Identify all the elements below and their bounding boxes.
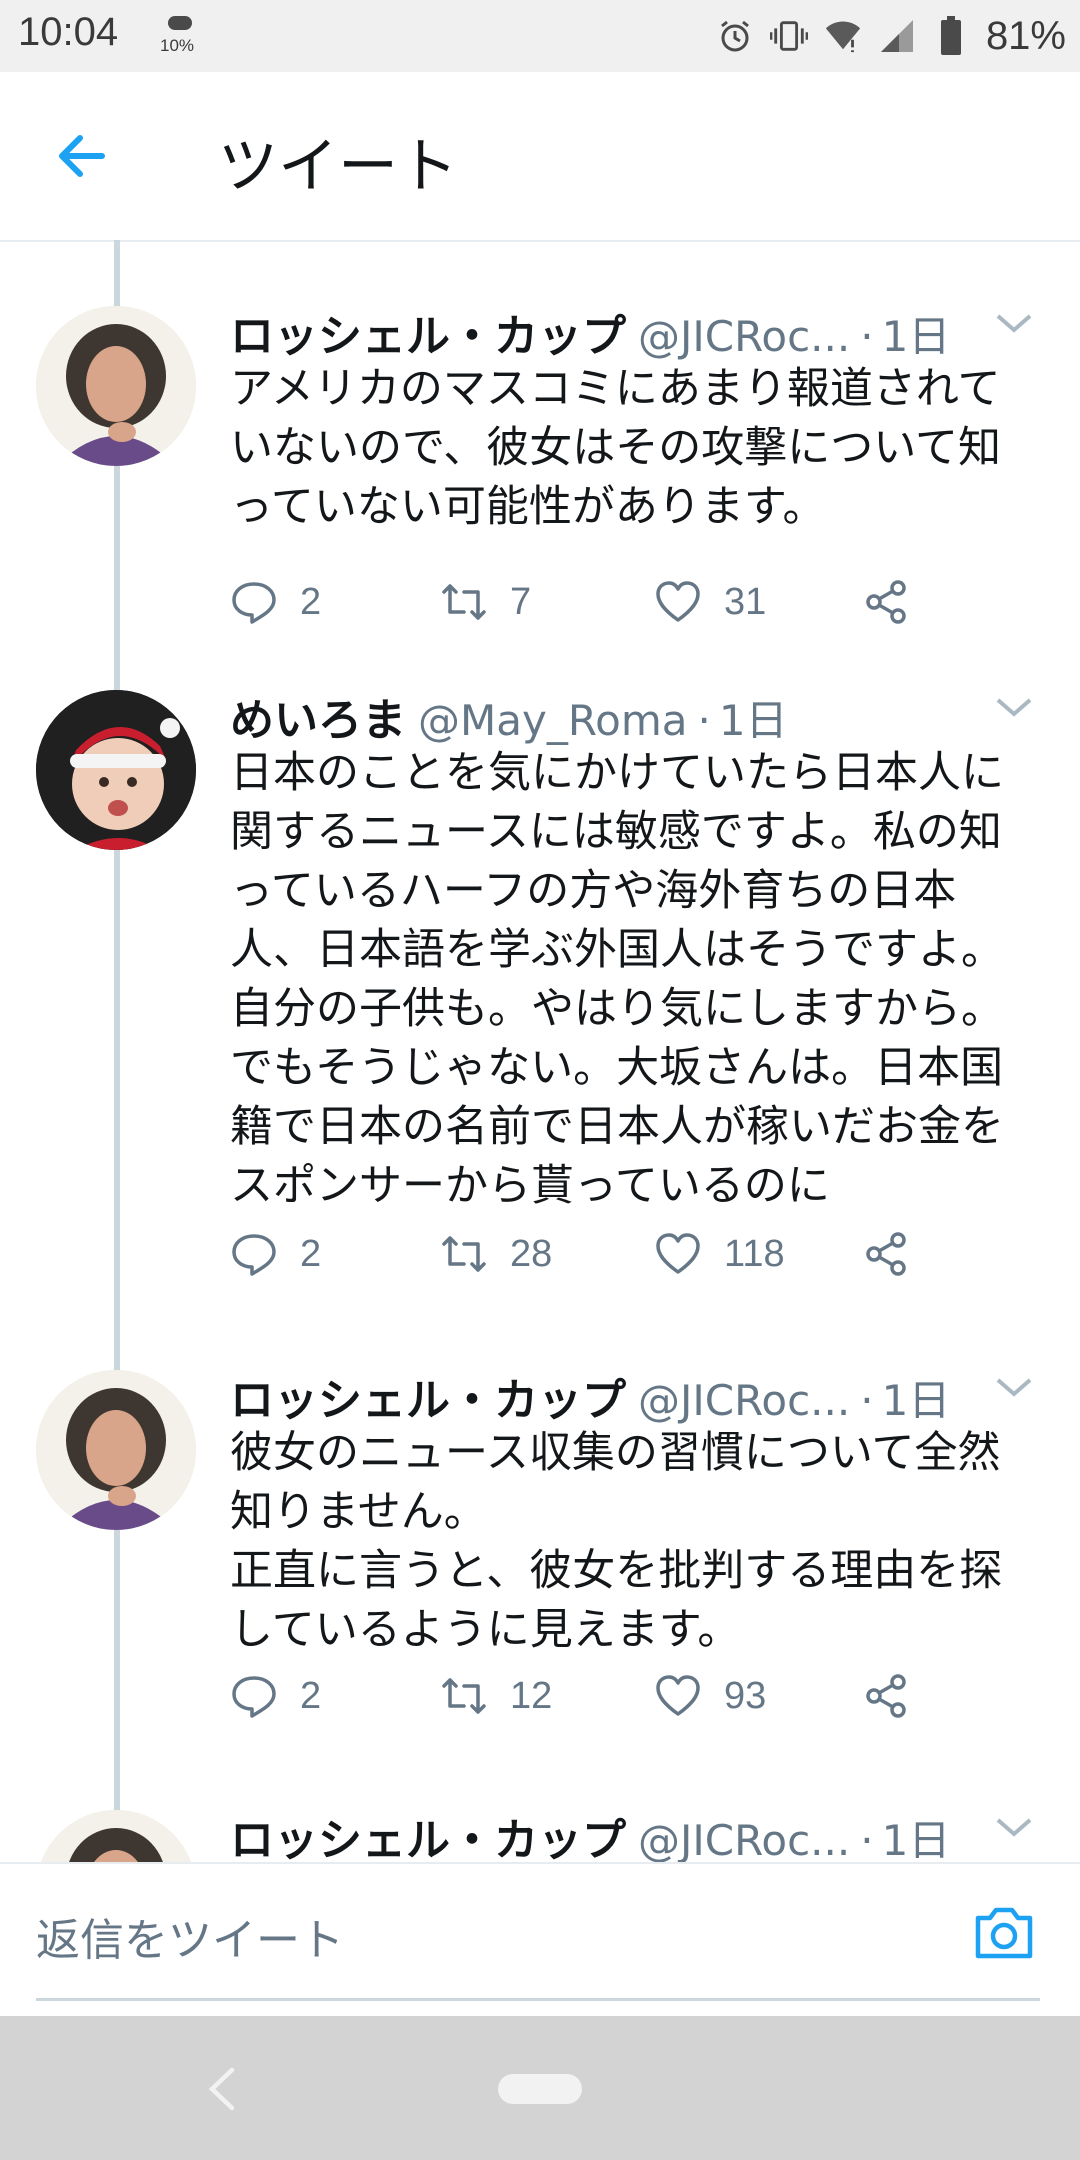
avatar[interactable] [36,306,196,466]
system-nav-bar [0,2016,1080,2160]
like-count: 93 [724,1674,767,1717]
separator-dot: · [860,1816,874,1862]
share-button[interactable] [862,1224,910,1284]
reply-icon [232,582,276,624]
tweet[interactable]: ロッシェル・カップ @JICRoc... · 1日 アメリカのマスコミにあまり報… [0,240,1080,660]
tweet-time: 1日 [881,312,951,361]
avatar[interactable] [36,1810,196,1862]
page-title: ツイート [218,132,458,202]
vibrate-icon [769,17,808,55]
user-handle: @JICRoc... [638,1376,851,1425]
chevron-down-icon[interactable] [992,1372,1036,1402]
tweet-actions: 2 12 93 [230,1666,930,1726]
share-icon [866,580,906,624]
retweet-button[interactable]: 7 [440,572,531,632]
like-button[interactable]: 93 [654,1666,766,1726]
retweet-count: 12 [510,1674,553,1717]
tweet-text: 日本のことを気にかけていたら日本人に 関するニュースには敏感ですよ。私の知 って… [230,748,1004,1211]
tweet-time: 1日 [881,1816,951,1862]
user-name[interactable]: めいろま [230,684,406,748]
heart-icon [656,1675,700,1716]
tweet-text: アメリカのマスコミにあまり報道されて いないので、彼女はその攻撃について知 って… [230,364,1001,532]
weather-percent: 10% [160,36,195,55]
battery-percent: 81% [985,13,1066,58]
wifi-icon [824,17,862,55]
separator-dot: · [860,1376,874,1425]
like-count: 31 [724,580,767,623]
nav-home-pill[interactable] [498,2074,582,2104]
user-name[interactable]: ロッシェル・カップ [230,1804,626,1862]
separator-dot: · [697,696,711,745]
retweet-button[interactable]: 28 [440,1224,552,1284]
user-handle: @JICRoc... [638,312,851,361]
reply-button[interactable]: 2 [230,1224,321,1284]
retweet-count: 7 [510,580,532,623]
signal-icon [878,17,916,55]
like-button[interactable]: 118 [654,1224,785,1284]
user-handle: @May_Roma [418,696,688,745]
alarm-icon [716,17,754,55]
reply-count: 2 [300,580,322,623]
chevron-down-icon[interactable] [992,692,1036,722]
share-icon [866,1232,906,1276]
reply-placeholder: 返信をツイート [36,1915,344,1966]
retweet-count: 28 [510,1232,553,1275]
reply-button[interactable]: 2 [230,572,321,632]
share-icon [866,1674,906,1718]
retweet-icon [442,584,486,620]
battery-icon [932,16,970,55]
reply-count: 2 [300,1232,322,1275]
chevron-down-icon[interactable] [992,308,1036,338]
avatar[interactable] [36,1370,196,1530]
tweet-header: ロッシェル・カップ @JICRoc... · 1日 [230,1364,1050,1426]
tweet-header: ロッシェル・カップ @JICRoc... · 1日 [230,300,1050,362]
status-bar: 10:04 10% 81% [0,0,1080,72]
tweet-time: 1日 [881,1376,951,1425]
share-button[interactable] [862,1666,910,1726]
camera-icon[interactable] [972,1902,1036,1962]
weather-cloud-icon: 10% [160,12,200,62]
arrow-left-icon[interactable] [52,124,116,188]
reply-button[interactable]: 2 [230,1666,321,1726]
tweet-text: 彼女のニュース収集の習慣について全然 知りません。 正直に言うと、彼女を批判する… [230,1428,1003,1655]
reply-input[interactable]: 返信をツイート [36,1864,1040,2001]
user-handle: @JICRoc... [638,1816,851,1862]
tweet-actions: 2 28 118 [230,1224,930,1284]
like-count: 118 [724,1232,785,1275]
status-time: 10:04 [18,10,119,54]
tweet[interactable]: ロッシェル・カップ @JICRoc... · 1日 [0,1780,1080,1862]
app-header: ツイート [0,72,1080,242]
retweet-icon [442,1236,486,1272]
chevron-down-icon[interactable] [992,1812,1036,1842]
tweet-header: ロッシェル・カップ @JICRoc... · 1日 [230,1804,1050,1862]
user-name[interactable]: ロッシェル・カップ [230,1364,626,1428]
separator-dot: · [860,312,874,361]
reply-icon [232,1234,276,1276]
heart-icon [656,1233,700,1274]
reply-bar: 返信をツイート [0,1862,1080,2018]
tweet-time: 1日 [718,696,788,745]
tweet[interactable]: めいろま @May_Roma · 1日 日本のことを気にかけていたら日本人に 関… [0,660,1080,1340]
heart-icon [656,581,700,622]
tweet-header: めいろま @May_Roma · 1日 [230,684,1050,746]
retweet-button[interactable]: 12 [440,1666,552,1726]
nav-back-icon[interactable] [198,2062,248,2116]
avatar[interactable] [36,690,196,850]
retweet-icon [442,1678,486,1714]
like-button[interactable]: 31 [654,572,766,632]
share-button[interactable] [862,572,910,632]
user-name[interactable]: ロッシェル・カップ [230,300,626,364]
reply-count: 2 [300,1674,322,1717]
reply-icon [232,1676,276,1718]
tweet[interactable]: ロッシェル・カップ @JICRoc... · 1日 彼女のニュース収集の習慣につ… [0,1340,1080,1780]
tweet-actions: 2 7 31 [230,572,930,632]
